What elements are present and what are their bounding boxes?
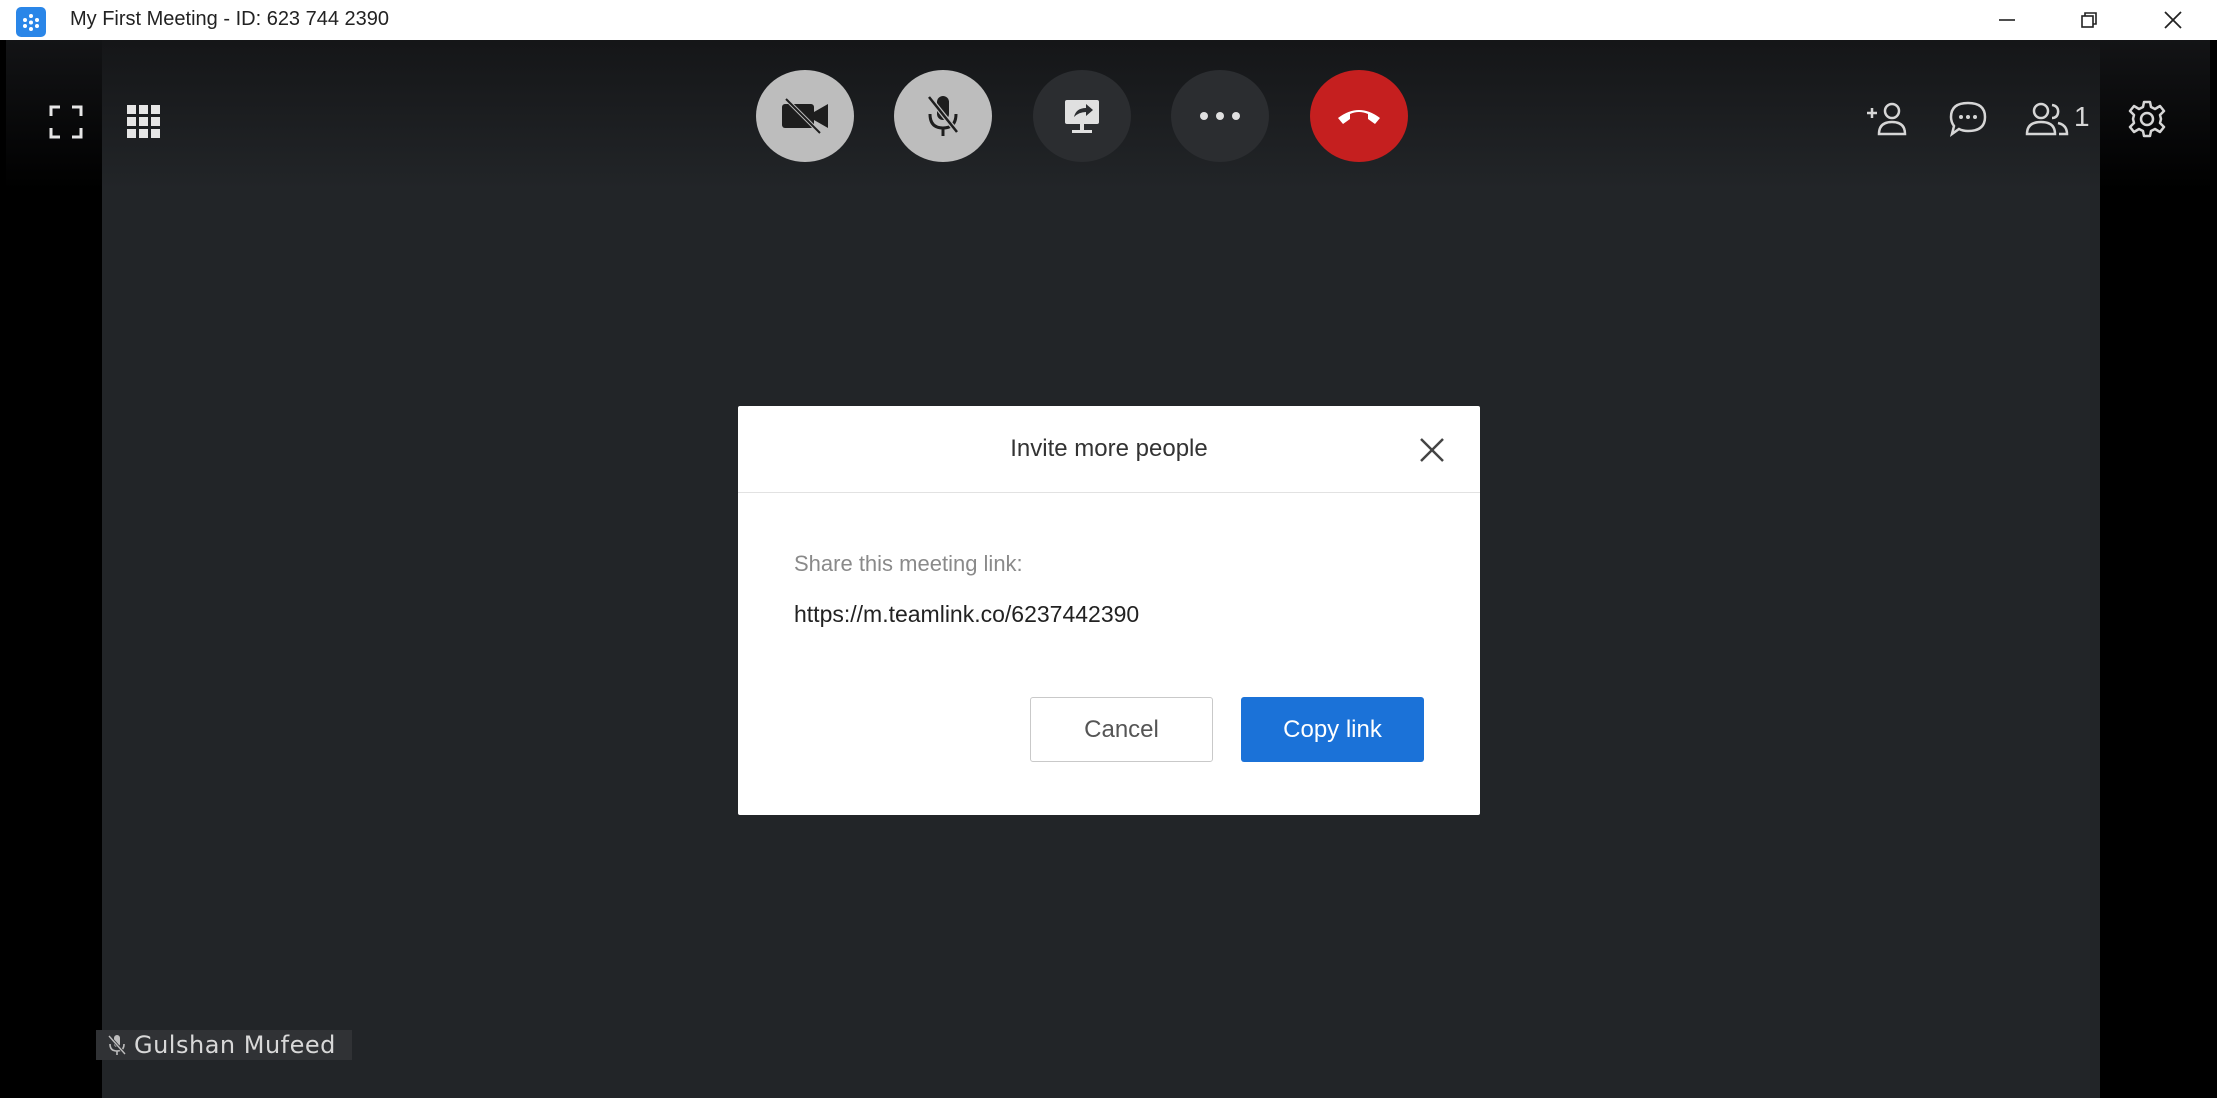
meeting-link: https://m.teamlink.co/6237442390 [794, 601, 1140, 627]
participant-name-tag: Gulshan Mufeed [96, 1030, 352, 1060]
settings-button[interactable] [2122, 94, 2172, 144]
copy-link-button[interactable]: Copy link [1241, 697, 1424, 762]
mute-button[interactable] [894, 70, 992, 162]
window-titlebar: My First Meeting - ID: 623 744 2390 [0, 0, 2217, 40]
minimize-button[interactable] [1972, 0, 2042, 40]
dialog-close-button[interactable] [1413, 431, 1451, 469]
fullscreen-icon [49, 105, 83, 139]
camera-off-button[interactable] [756, 70, 854, 162]
participants-button[interactable] [2022, 94, 2072, 144]
mic-off-icon [927, 95, 959, 136]
invite-button[interactable] [1862, 94, 1912, 144]
share-screen-button[interactable] [1033, 70, 1131, 162]
share-link-label: Share this meeting link: [794, 551, 1023, 576]
minimize-icon [1999, 19, 2015, 21]
dialog-header: Invite more people [738, 406, 1480, 493]
participant-count: 1 [2074, 101, 2090, 132]
restore-icon [2081, 12, 2097, 28]
teamlink-logo-icon [16, 7, 46, 37]
chat-button[interactable] [1943, 94, 1993, 144]
participant-name: Gulshan Mufeed [134, 1031, 336, 1059]
close-icon [1420, 438, 1444, 462]
close-window-button[interactable] [2138, 0, 2208, 40]
add-person-icon [1867, 102, 1907, 136]
dialog-title: Invite more people [1010, 435, 1208, 462]
video-off-icon [782, 98, 828, 134]
invite-dialog: Invite more people Share this meeting li… [738, 406, 1480, 815]
hang-up-icon [1338, 110, 1380, 124]
screen-share-icon [1065, 100, 1099, 133]
cancel-button[interactable]: Cancel [1030, 697, 1213, 762]
participants-icon [2025, 102, 2069, 136]
settings-icon [2128, 100, 2166, 138]
chat-icon [1949, 101, 1987, 137]
grid-view-button[interactable] [120, 98, 168, 146]
ellipsis-icon [1200, 112, 1240, 120]
meeting-stage: 1 Invite more people Share this meeting … [6, 40, 2210, 1098]
window-title: My First Meeting - ID: 623 744 2390 [70, 8, 390, 30]
grid-view-icon [127, 105, 160, 138]
close-icon [2164, 11, 2182, 29]
end-call-button[interactable] [1310, 70, 1408, 162]
restore-button[interactable] [2054, 0, 2124, 40]
more-button[interactable] [1171, 70, 1269, 162]
mic-off-icon [108, 1035, 126, 1055]
fullscreen-button[interactable] [42, 98, 90, 146]
